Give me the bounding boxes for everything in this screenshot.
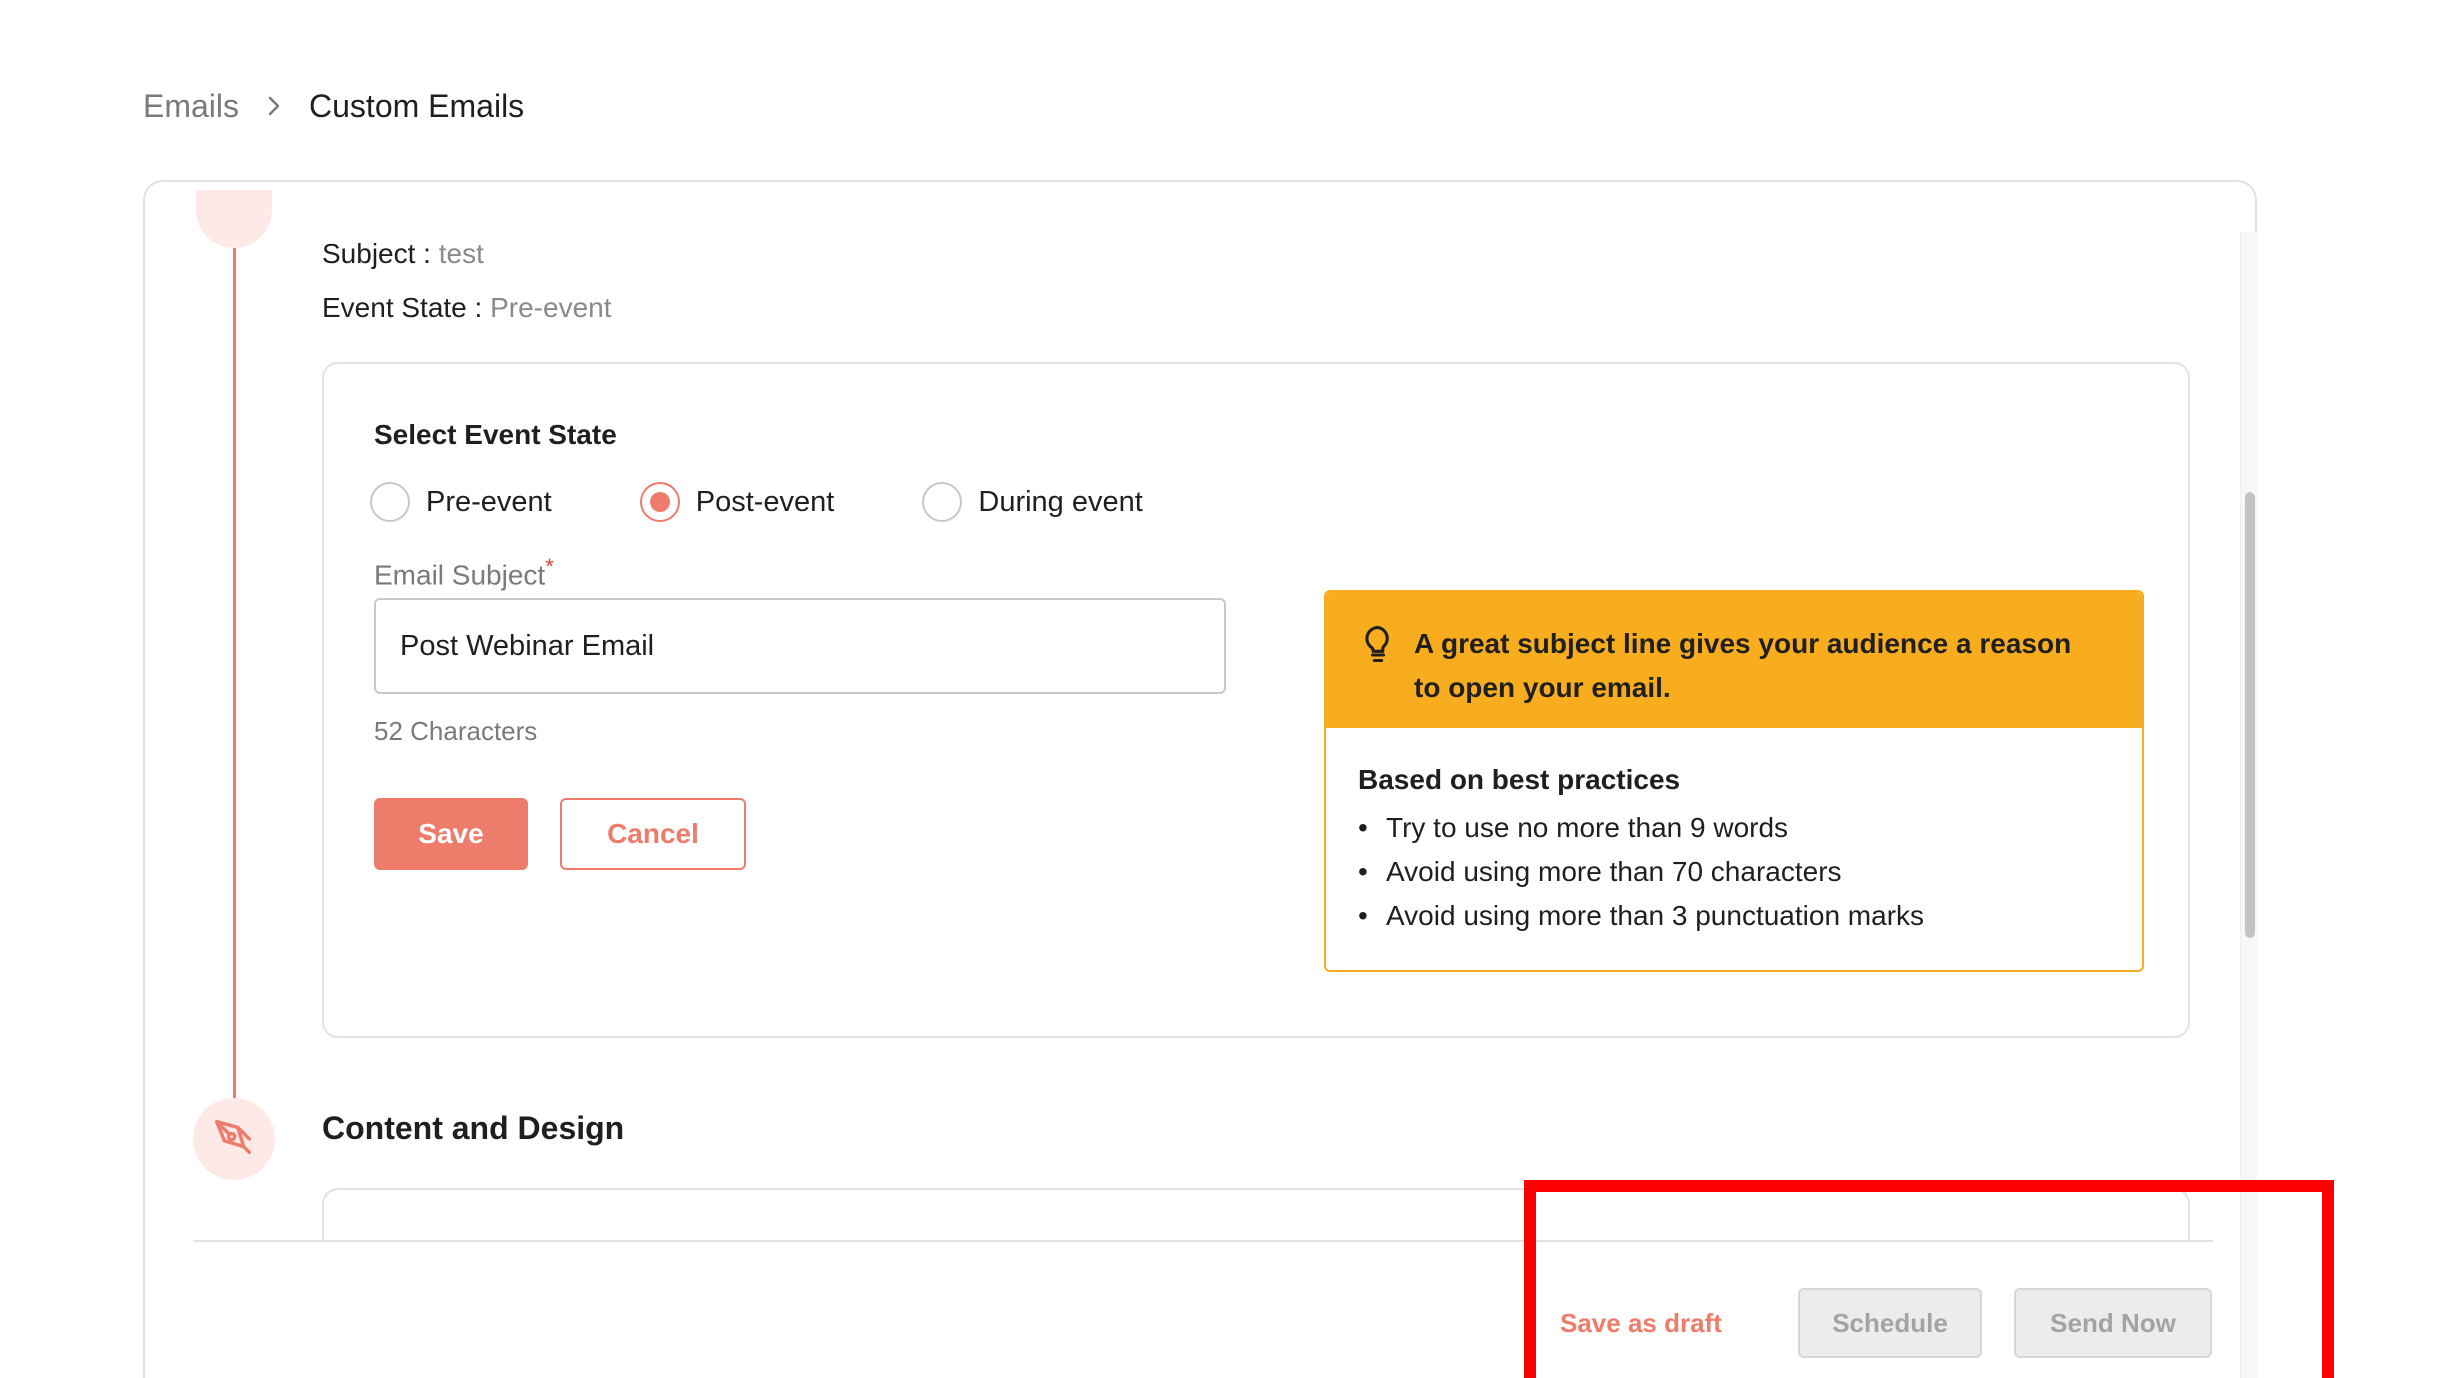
radio-label-post-event[interactable]: Post-event — [696, 486, 835, 519]
tip-body: Based on best practices • Try to use no m… — [1326, 728, 2142, 938]
tip-item-text: Avoid using more than 70 characters — [1386, 856, 1842, 887]
lightbulb-icon — [1356, 622, 1400, 666]
save-button[interactable]: Save — [374, 798, 528, 870]
schedule-button[interactable]: Schedule — [1798, 1288, 1982, 1358]
tip-list-item: • Avoid using more than 70 characters — [1358, 850, 2110, 894]
radio-during-event[interactable]: During event — [922, 482, 1143, 522]
radio-circle-during-event[interactable] — [922, 482, 963, 522]
breadcrumb-emails-link[interactable]: Emails — [143, 88, 239, 125]
step-indicator-content — [193, 1098, 275, 1180]
subject-summary-value: test — [438, 238, 484, 269]
bullet-icon: • — [1358, 900, 1368, 931]
send-now-button[interactable]: Send Now — [2014, 1288, 2212, 1358]
event-state-radio-group: Pre-event Post-event During event — [370, 482, 1231, 522]
subject-tip-card: A great subject line gives your audience… — [1324, 590, 2144, 972]
tip-list-item: • Avoid using more than 3 punctuation mar… — [1358, 894, 2110, 938]
tip-list: • Try to use no more than 9 words • Avoid … — [1358, 806, 2110, 938]
pen-tool-icon — [211, 1114, 257, 1165]
timeline-connector — [233, 240, 236, 1102]
chevron-right-icon — [239, 86, 309, 126]
radio-label-during-event[interactable]: During event — [978, 486, 1142, 519]
tip-item-text: Try to use no more than 9 words — [1386, 812, 1789, 843]
content-design-panel — [322, 1188, 2190, 1248]
event-state-summary-value: Pre-event — [490, 292, 612, 323]
email-subject-label-text: Email Subject — [374, 559, 546, 591]
bullet-icon: • — [1358, 812, 1368, 843]
subject-edit-panel: Select Event State Pre-event Post-event … — [322, 362, 2190, 1038]
breadcrumb: Emails Custom Emails — [143, 86, 524, 126]
cancel-button[interactable]: Cancel — [560, 798, 746, 870]
tip-subtitle: Based on best practices — [1358, 764, 1681, 795]
character-count: 52 Characters — [374, 716, 538, 746]
tip-title: A great subject line gives your audience… — [1414, 628, 2072, 703]
breadcrumb-current: Custom Emails — [309, 87, 525, 124]
email-subject-input[interactable] — [374, 598, 1226, 694]
content-design-heading[interactable]: Content and Design — [322, 1110, 624, 1147]
radio-label-pre-event[interactable]: Pre-event — [426, 486, 552, 519]
email-subject-label: Email Subject* — [374, 554, 554, 591]
radio-circle-pre-event[interactable] — [370, 482, 410, 522]
event-state-summary-label: Event State : — [322, 292, 491, 323]
radio-circle-post-event[interactable] — [639, 482, 680, 522]
radio-post-event[interactable]: Post-event — [639, 482, 835, 522]
radio-pre-event[interactable]: Pre-event — [370, 482, 552, 522]
tip-list-item: • Try to use no more than 9 words — [1358, 806, 2110, 850]
required-asterisk: * — [545, 554, 554, 579]
save-as-draft-button[interactable]: Save as draft — [1560, 1294, 1722, 1352]
event-state-summary: Event State : Pre-event — [322, 292, 612, 324]
subject-summary-label: Subject : — [322, 238, 439, 269]
tip-item-text: Avoid using more than 3 punctuation mark… — [1386, 900, 1925, 931]
tip-header: A great subject line gives your audience… — [1326, 592, 2142, 728]
bullet-icon: • — [1358, 856, 1368, 887]
subject-summary: Subject : test — [322, 238, 484, 270]
event-state-heading: Select Event State — [374, 419, 617, 450]
scrollbar-thumb[interactable] — [2245, 492, 2255, 938]
